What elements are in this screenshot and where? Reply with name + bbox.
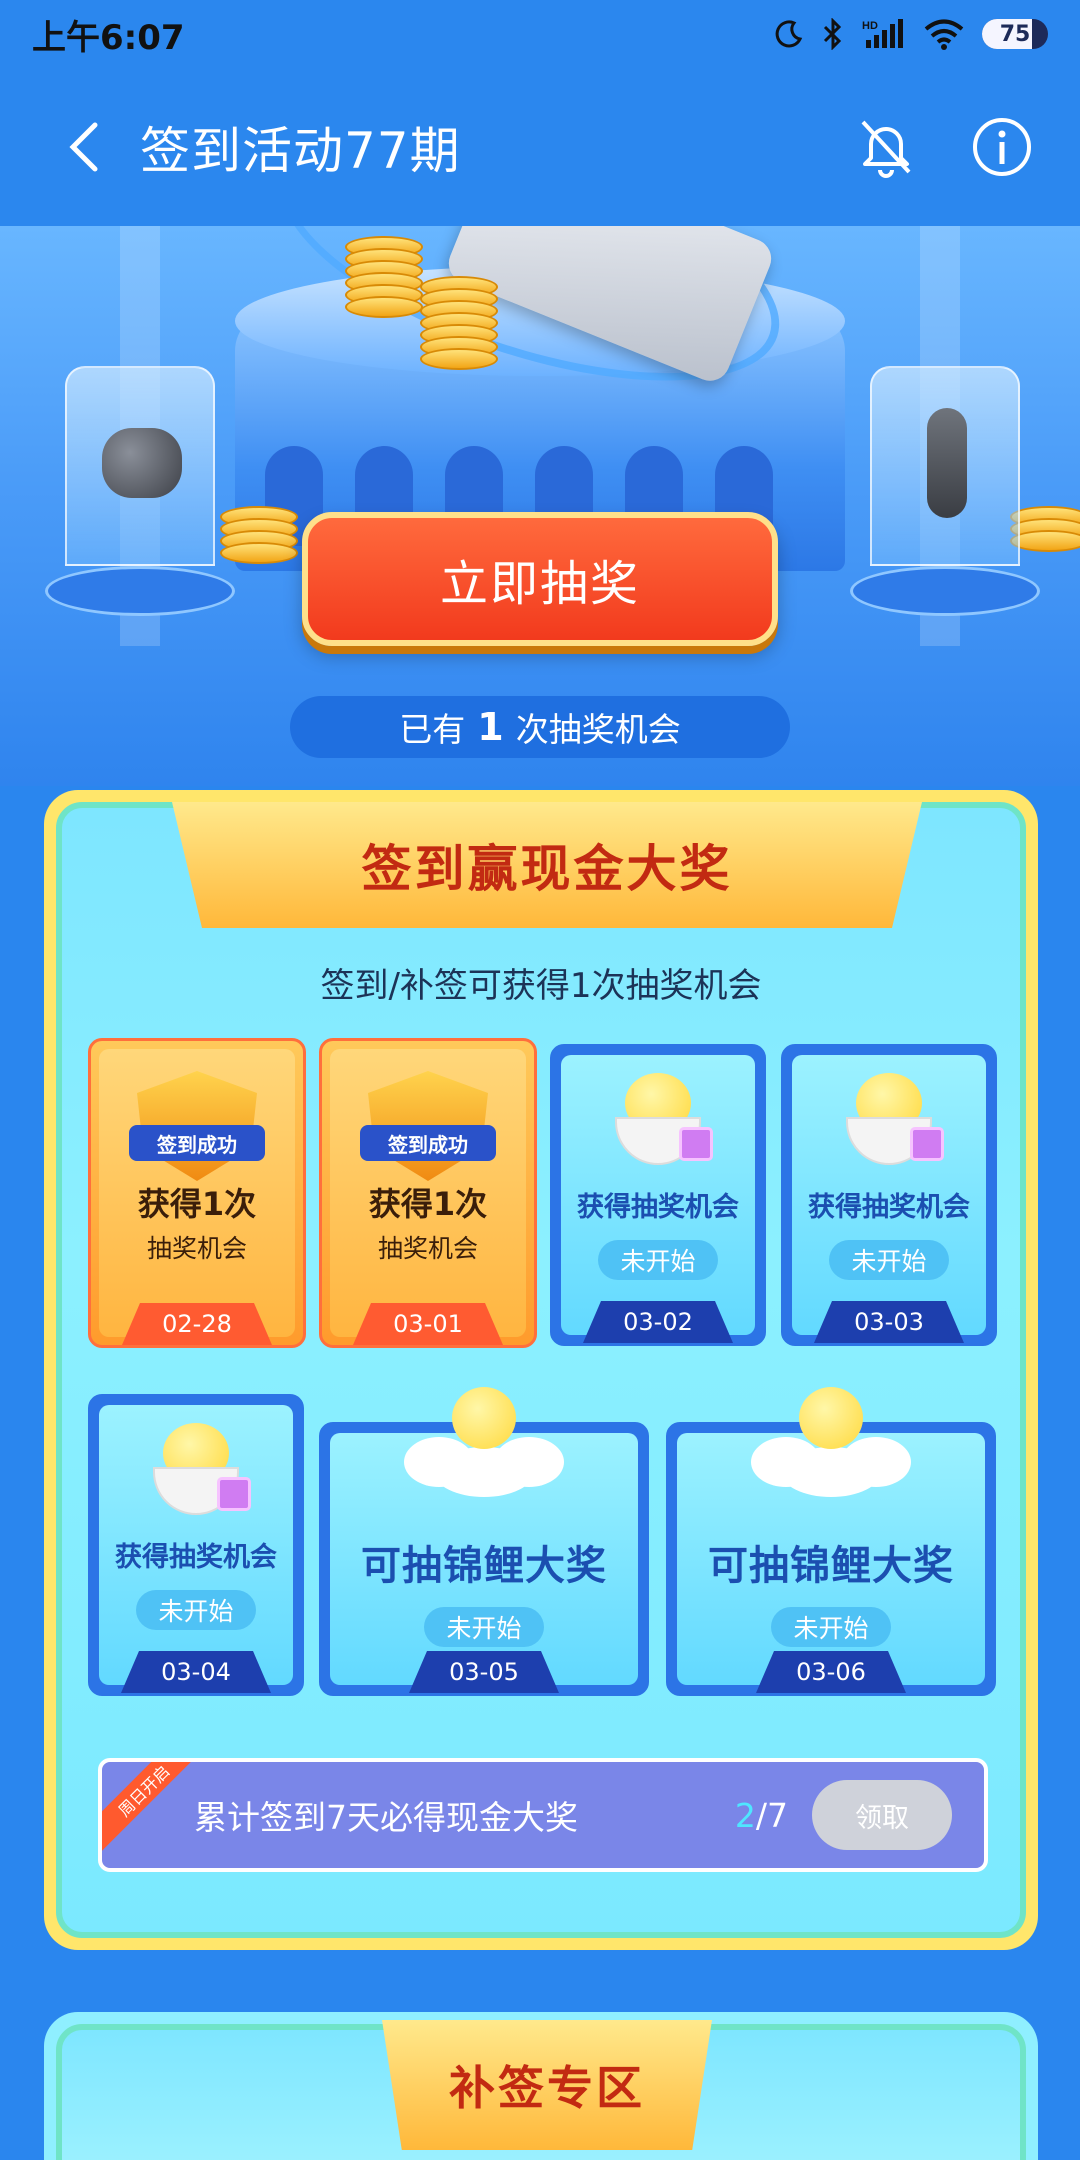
- status-time: 上午6:07: [32, 17, 185, 58]
- app-header: 签到活动77期: [0, 68, 1080, 226]
- claim-button[interactable]: 领取: [812, 1780, 952, 1850]
- chances-prefix: 已有: [399, 710, 466, 749]
- status-pill: 未开始: [771, 1607, 891, 1647]
- back-icon[interactable]: [40, 102, 130, 192]
- chances-suffix: 次抽奖机会: [515, 710, 681, 749]
- day-card-0305[interactable]: 可抽锦鲤大奖 未开始 03-05: [319, 1387, 649, 1696]
- card-title: 可抽锦鲤大奖: [708, 1543, 954, 1589]
- card-date: 02-28: [122, 1303, 272, 1345]
- card-date: 03-05: [409, 1651, 559, 1693]
- day-card-0303[interactable]: 获得抽奖机会 未开始 03-03: [781, 1044, 997, 1346]
- progress-total: /7: [755, 1795, 788, 1835]
- battery-icon: 75: [982, 19, 1048, 49]
- card-date: 03-01: [353, 1303, 503, 1345]
- progress-text: 累计签到7天必得现金大奖: [194, 1798, 578, 1837]
- status-pill: 未开始: [424, 1607, 544, 1647]
- info-icon[interactable]: [964, 109, 1040, 185]
- smart-band-image: [927, 408, 967, 518]
- card-date: 03-03: [814, 1301, 964, 1343]
- chances-count: 1: [477, 705, 504, 749]
- card-date: 03-04: [121, 1651, 271, 1693]
- battery-level: 75: [999, 21, 1031, 47]
- progress-current: 2: [734, 1795, 756, 1835]
- day-card-0304[interactable]: 获得抽奖机会 未开始 03-04: [88, 1394, 304, 1696]
- draw-chances-pill: 已有 1 次抽奖机会: [290, 696, 790, 758]
- coin-stack-image: [345, 236, 423, 318]
- status-pill: 未开始: [136, 1590, 256, 1630]
- checkin-success-badge-label: 签到成功: [129, 1125, 265, 1161]
- status-icons: HD 75: [774, 18, 1048, 50]
- wifi-icon: [924, 19, 964, 50]
- makeup-banner: 补签专区: [382, 2020, 712, 2150]
- card-reward-main: 获得1次: [368, 1185, 488, 1223]
- chick-gift-icon: [141, 1423, 251, 1523]
- chick-cloud-icon: [404, 1387, 564, 1497]
- card-title: 获得抽奖机会: [577, 1192, 739, 1223]
- earbuds-image: [102, 428, 182, 498]
- bluetooth-icon: [823, 18, 842, 50]
- checkin-banner: 签到赢现金大奖: [172, 802, 922, 928]
- card-title: 可抽锦鲤大奖: [361, 1543, 607, 1589]
- card-reward-main: 获得1次: [137, 1185, 257, 1223]
- chick-gift-icon: [603, 1073, 713, 1173]
- card-title: 获得抽奖机会: [808, 1192, 970, 1223]
- checkin-panel: 签到赢现金大奖 签到/补签可获得1次抽奖机会 签到成功 获得1次 抽奖机会 02…: [44, 790, 1038, 1950]
- status-pill: 未开始: [829, 1240, 949, 1280]
- status-bar: 上午6:07 HD 75: [0, 0, 1080, 68]
- progress-count: 2/7: [735, 1796, 788, 1835]
- band-prize-podium: [850, 366, 1040, 616]
- card-reward-sub: 抽奖机会: [377, 1234, 478, 1263]
- card-date: 03-06: [756, 1651, 906, 1693]
- sunday-open-tag: 周日开启: [102, 1762, 206, 1853]
- makeup-panel: 补签专区: [44, 2012, 1038, 2160]
- moon-icon: [775, 20, 803, 48]
- page-title: 签到活动77期: [140, 122, 461, 180]
- day-card-0302[interactable]: 获得抽奖机会 未开始 03-02: [550, 1044, 766, 1346]
- card-reward-sub: 抽奖机会: [146, 1234, 247, 1263]
- cumulative-progress-bar: 周日开启 累计签到7天必得现金大奖 2/7 领取: [98, 1758, 988, 1872]
- checkin-subtitle: 签到/补签可获得1次抽奖机会: [320, 966, 762, 1006]
- day-card-0301[interactable]: 签到成功 获得1次 抽奖机会 03-01: [319, 1038, 537, 1348]
- day-card-0228[interactable]: 签到成功 获得1次 抽奖机会 02-28: [88, 1038, 306, 1348]
- coin-stack-image: [420, 276, 498, 370]
- day-card-0306[interactable]: 可抽锦鲤大奖 未开始 03-06: [666, 1387, 996, 1696]
- status-pill: 未开始: [598, 1240, 718, 1280]
- earbuds-prize-podium: [45, 366, 235, 616]
- svg-text:HD: HD: [862, 20, 878, 32]
- bell-off-icon[interactable]: [848, 109, 924, 185]
- card-date: 03-02: [583, 1301, 733, 1343]
- checkin-success-badge-label: 签到成功: [360, 1125, 496, 1161]
- card-title: 获得抽奖机会: [115, 1542, 277, 1573]
- chick-cloud-icon: [751, 1387, 911, 1497]
- draw-now-button[interactable]: 立即抽奖: [302, 512, 778, 646]
- chick-gift-icon: [834, 1073, 944, 1173]
- signal-icon: HD: [862, 19, 903, 48]
